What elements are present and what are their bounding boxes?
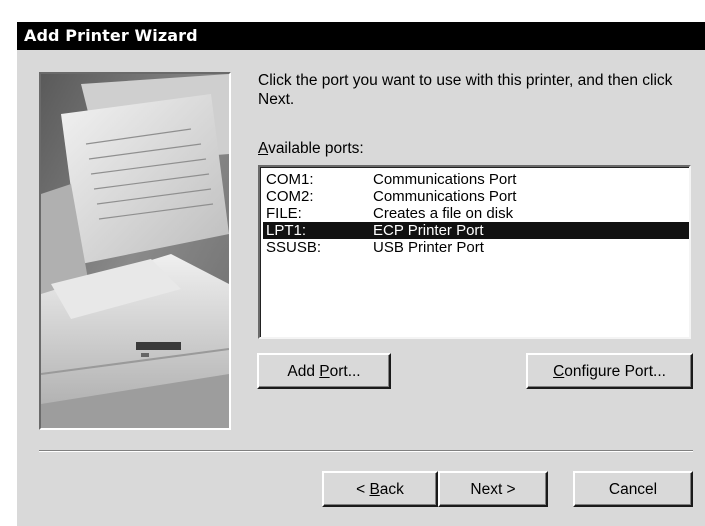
port-name: LPT1: bbox=[266, 222, 307, 239]
configure-port-accelerator: C bbox=[553, 362, 565, 380]
back-button[interactable]: < Back bbox=[322, 471, 438, 507]
instruction-text: Click the port you want to use with this… bbox=[258, 72, 673, 108]
configure-port-button[interactable]: Configure Port... bbox=[526, 353, 693, 389]
configure-port-label-end: onfigure Port... bbox=[564, 362, 666, 380]
port-item-ssusb[interactable]: SSUSB: USB Printer Port bbox=[263, 239, 689, 256]
port-name: COM1: bbox=[266, 171, 314, 188]
port-name: COM2: bbox=[266, 188, 314, 205]
add-port-label-end: ort... bbox=[329, 362, 361, 380]
ports-label-text: vailable ports: bbox=[268, 140, 364, 157]
wizard-illustration-printer bbox=[39, 72, 231, 430]
printer-illustration-image bbox=[41, 74, 229, 428]
port-item-lpt1[interactable]: LPT1: ECP Printer Port bbox=[263, 222, 689, 239]
port-name: FILE: bbox=[266, 205, 302, 222]
dialog-separator bbox=[39, 450, 693, 452]
port-description: Communications Port bbox=[373, 171, 517, 188]
port-description: USB Printer Port bbox=[373, 239, 484, 256]
port-name: SSUSB: bbox=[266, 239, 322, 256]
port-description: Creates a file on disk bbox=[373, 205, 514, 222]
back-accelerator: B bbox=[369, 480, 380, 498]
add-port-accelerator: P bbox=[319, 362, 330, 380]
ports-label-accelerator: A bbox=[258, 140, 269, 157]
back-label-start: < bbox=[356, 480, 370, 498]
port-description: ECP Printer Port bbox=[373, 222, 484, 239]
add-port-button[interactable]: Add Port... bbox=[257, 353, 391, 389]
cancel-button[interactable]: Cancel bbox=[573, 471, 693, 507]
window-title: Add Printer Wizard bbox=[17, 22, 705, 50]
back-label-end: ack bbox=[379, 480, 404, 498]
port-description: Communications Port bbox=[373, 188, 517, 205]
port-item-com1[interactable]: COM1: Communications Port bbox=[263, 171, 689, 188]
available-ports-label: Available ports: bbox=[258, 139, 364, 158]
port-item-com2[interactable]: COM2: Communications Port bbox=[263, 188, 689, 205]
next-button[interactable]: Next > bbox=[438, 471, 548, 507]
port-item-file[interactable]: FILE: Creates a file on disk bbox=[263, 205, 689, 222]
add-port-label-start: Add bbox=[287, 362, 320, 380]
add-printer-wizard-dialog: Add Printer Wizard Click the port you wa… bbox=[16, 21, 705, 526]
available-ports-list[interactable]: COM1: Communications Port COM2: Communic… bbox=[258, 165, 691, 339]
